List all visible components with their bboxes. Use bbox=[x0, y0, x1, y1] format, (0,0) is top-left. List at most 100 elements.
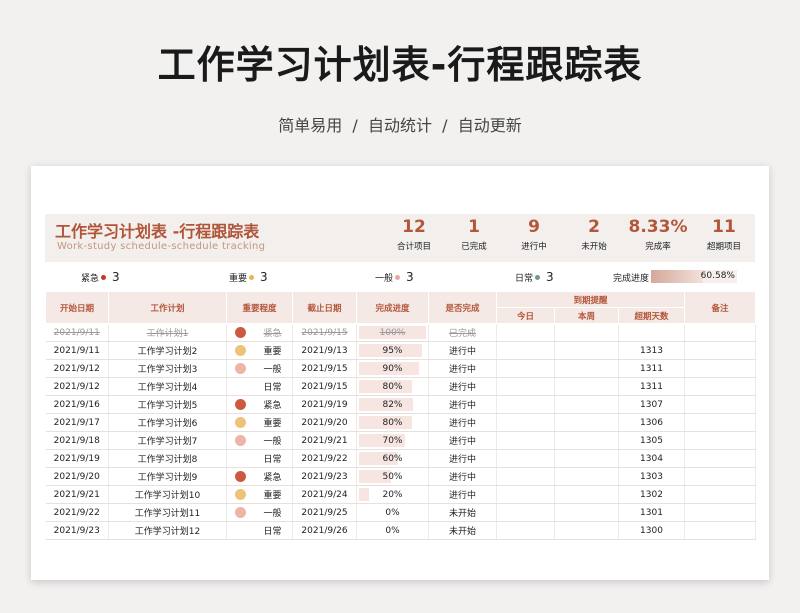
cell-end-date[interactable]: 2021/9/15 bbox=[292, 323, 357, 342]
cell-start-date[interactable]: 2021/9/22 bbox=[45, 503, 109, 522]
cell-plan[interactable]: 工作学习计划4 bbox=[108, 377, 227, 396]
cell-week[interactable] bbox=[554, 521, 619, 540]
cell-start-date[interactable]: 2021/9/21 bbox=[45, 485, 109, 504]
cell-start-date[interactable]: 2021/9/17 bbox=[45, 413, 109, 432]
cell-progress[interactable]: 90% bbox=[356, 359, 429, 378]
cell-end-date[interactable]: 2021/9/20 bbox=[292, 413, 357, 432]
cell-note[interactable] bbox=[684, 431, 756, 450]
cell-overdue-days[interactable]: 1311 bbox=[618, 377, 685, 396]
table-row[interactable]: 2021/9/18 工作学习计划7 一般 2021/9/21 70% 进行中 1305 bbox=[45, 431, 756, 450]
cell-start-date[interactable]: 2021/9/11 bbox=[45, 341, 109, 360]
cell-status[interactable]: 未开始 bbox=[428, 521, 497, 540]
table-row[interactable]: 2021/9/17 工作学习计划6 重要 2021/9/20 80% 进行中 1306 bbox=[45, 413, 756, 432]
col-reminder[interactable]: 到期提醒 bbox=[496, 291, 685, 308]
cell-end-date[interactable]: 2021/9/23 bbox=[292, 467, 357, 486]
cell-overdue-days[interactable]: 1313 bbox=[618, 341, 685, 360]
cell-week[interactable] bbox=[554, 503, 619, 522]
cell-week[interactable] bbox=[554, 467, 619, 486]
cell-priority[interactable]: 紧急 bbox=[226, 323, 293, 342]
cell-today[interactable] bbox=[496, 323, 555, 342]
cell-week[interactable] bbox=[554, 341, 619, 360]
cell-priority[interactable]: 一般 bbox=[226, 431, 293, 450]
cell-priority[interactable]: 日常 bbox=[226, 521, 293, 540]
col-plan[interactable]: 工作计划 bbox=[108, 291, 227, 324]
cell-note[interactable] bbox=[684, 377, 756, 396]
table-row[interactable]: 2021/9/16 工作学习计划5 紧急 2021/9/19 82% 进行中 1307 bbox=[45, 395, 756, 414]
cell-start-date[interactable]: 2021/9/12 bbox=[45, 377, 109, 396]
cell-overdue-days[interactable]: 1301 bbox=[618, 503, 685, 522]
cell-today[interactable] bbox=[496, 467, 555, 486]
col-status[interactable]: 是否完成 bbox=[428, 291, 497, 324]
cell-priority[interactable]: 一般 bbox=[226, 503, 293, 522]
cell-week[interactable] bbox=[554, 323, 619, 342]
cell-note[interactable] bbox=[684, 413, 756, 432]
col-progress[interactable]: 完成进度 bbox=[356, 291, 429, 324]
cell-week[interactable] bbox=[554, 431, 619, 450]
table-row[interactable]: 2021/9/21 工作学习计划10 重要 2021/9/24 20% 进行中 1302 bbox=[45, 485, 756, 504]
cell-week[interactable] bbox=[554, 377, 619, 396]
cell-plan[interactable]: 工作学习计划6 bbox=[108, 413, 227, 432]
cell-plan[interactable]: 工作学习计划11 bbox=[108, 503, 227, 522]
col-overdue-days[interactable]: 超期天数 bbox=[618, 307, 685, 324]
cell-note[interactable] bbox=[684, 467, 756, 486]
cell-start-date[interactable]: 2021/9/19 bbox=[45, 449, 109, 468]
cell-priority[interactable]: 日常 bbox=[226, 377, 293, 396]
cell-progress[interactable]: 95% bbox=[356, 341, 429, 360]
cell-today[interactable] bbox=[496, 431, 555, 450]
cell-status[interactable]: 进行中 bbox=[428, 341, 497, 360]
cell-progress[interactable]: 82% bbox=[356, 395, 429, 414]
cell-note[interactable] bbox=[684, 521, 756, 540]
cell-note[interactable] bbox=[684, 323, 756, 342]
cell-priority[interactable]: 重要 bbox=[226, 413, 293, 432]
cell-status[interactable]: 进行中 bbox=[428, 431, 497, 450]
table-row[interactable]: 2021/9/20 工作学习计划9 紧急 2021/9/23 50% 进行中 1303 bbox=[45, 467, 756, 486]
cell-status[interactable]: 进行中 bbox=[428, 377, 497, 396]
cell-note[interactable] bbox=[684, 503, 756, 522]
cell-week[interactable] bbox=[554, 485, 619, 504]
cell-status[interactable]: 已完成 bbox=[428, 323, 497, 342]
cell-today[interactable] bbox=[496, 341, 555, 360]
cell-priority[interactable]: 日常 bbox=[226, 449, 293, 468]
cell-overdue-days[interactable]: 1305 bbox=[618, 431, 685, 450]
cell-priority[interactable]: 紧急 bbox=[226, 467, 293, 486]
cell-end-date[interactable]: 2021/9/25 bbox=[292, 503, 357, 522]
col-note[interactable]: 备注 bbox=[684, 291, 756, 324]
cell-today[interactable] bbox=[496, 377, 555, 396]
col-today[interactable]: 今日 bbox=[496, 307, 555, 324]
cell-today[interactable] bbox=[496, 413, 555, 432]
cell-start-date[interactable]: 2021/9/11 bbox=[45, 323, 109, 342]
cell-status[interactable]: 进行中 bbox=[428, 467, 497, 486]
cell-end-date[interactable]: 2021/9/13 bbox=[292, 341, 357, 360]
cell-end-date[interactable]: 2021/9/15 bbox=[292, 359, 357, 378]
col-priority[interactable]: 重要程度 bbox=[226, 291, 293, 324]
cell-progress[interactable]: 50% bbox=[356, 467, 429, 486]
cell-week[interactable] bbox=[554, 449, 619, 468]
cell-status[interactable]: 进行中 bbox=[428, 449, 497, 468]
cell-end-date[interactable]: 2021/9/21 bbox=[292, 431, 357, 450]
cell-note[interactable] bbox=[684, 485, 756, 504]
cell-status[interactable]: 未开始 bbox=[428, 503, 497, 522]
cell-plan[interactable]: 工作计划1 bbox=[108, 323, 227, 342]
cell-week[interactable] bbox=[554, 395, 619, 414]
cell-today[interactable] bbox=[496, 449, 555, 468]
cell-plan[interactable]: 工作学习计划2 bbox=[108, 341, 227, 360]
cell-overdue-days[interactable]: 1306 bbox=[618, 413, 685, 432]
cell-overdue-days[interactable]: 1304 bbox=[618, 449, 685, 468]
cell-progress[interactable]: 80% bbox=[356, 413, 429, 432]
cell-status[interactable]: 进行中 bbox=[428, 395, 497, 414]
cell-end-date[interactable]: 2021/9/24 bbox=[292, 485, 357, 504]
cell-note[interactable] bbox=[684, 359, 756, 378]
cell-plan[interactable]: 工作学习计划3 bbox=[108, 359, 227, 378]
cell-start-date[interactable]: 2021/9/23 bbox=[45, 521, 109, 540]
cell-overdue-days[interactable]: 1311 bbox=[618, 359, 685, 378]
cell-progress[interactable]: 20% bbox=[356, 485, 429, 504]
col-start-date[interactable]: 开始日期 bbox=[45, 291, 109, 324]
cell-plan[interactable]: 工作学习计划8 bbox=[108, 449, 227, 468]
cell-today[interactable] bbox=[496, 503, 555, 522]
cell-overdue-days[interactable]: 1300 bbox=[618, 521, 685, 540]
cell-progress[interactable]: 100% bbox=[356, 323, 429, 342]
cell-start-date[interactable]: 2021/9/12 bbox=[45, 359, 109, 378]
table-row[interactable]: 2021/9/23 工作学习计划12 日常 2021/9/26 0% 未开始 1300 bbox=[45, 521, 756, 540]
cell-week[interactable] bbox=[554, 413, 619, 432]
cell-status[interactable]: 进行中 bbox=[428, 413, 497, 432]
